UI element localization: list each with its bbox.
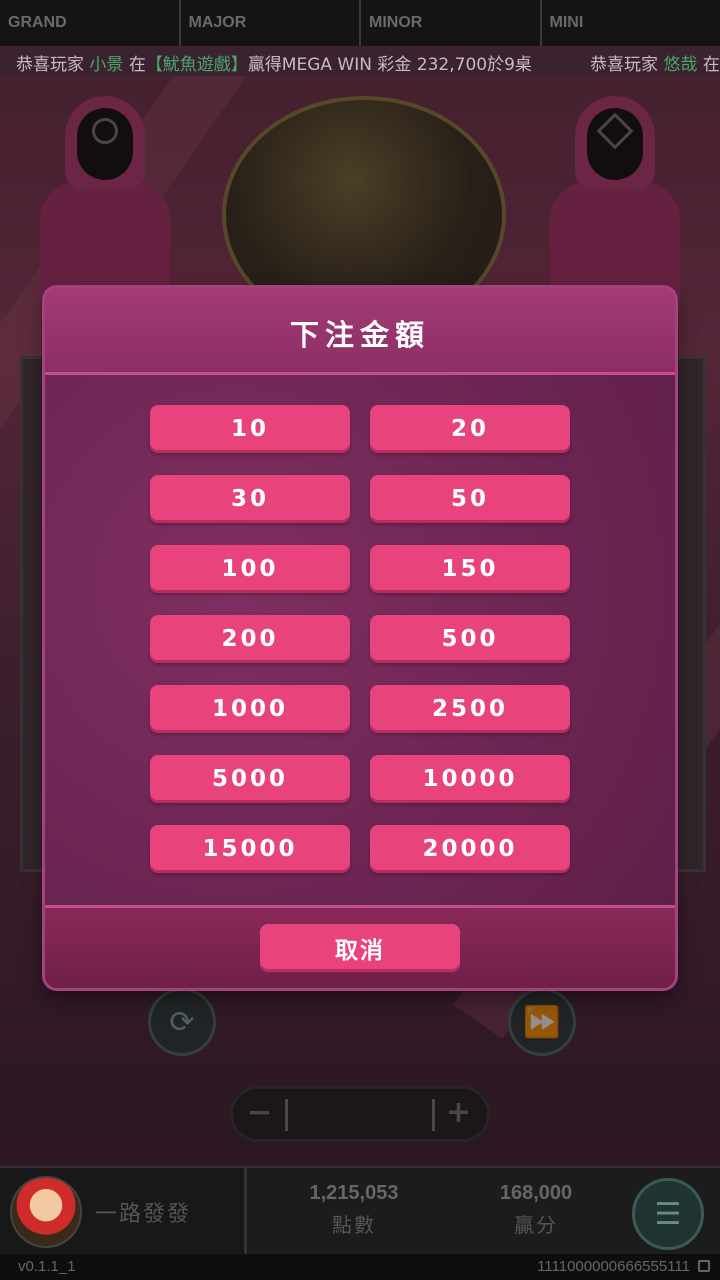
dialog-footer: 取消 [45,905,675,988]
win-value: 168,000 [499,1182,573,1204]
menu-icon[interactable]: ☰ [632,1178,704,1250]
footer-bar: v0.1.1_1 1111000000666555111 [0,1254,720,1280]
ticker-prefix: 恭喜玩家 [16,55,84,75]
player-name: 一路發發 [95,1202,192,1227]
win-stat: 168,000 贏分 [456,1182,616,1238]
jackpot-grand: GRAND [0,0,181,46]
points-label: 點數 [332,1213,376,1237]
points-value: 1,215,053 [309,1182,399,1204]
version-label: v0.1.1_1 [18,1258,76,1275]
ticker-message-next: 恭喜玩家 悠哉 在 [590,50,720,75]
jackpot-major: MAJOR [181,0,361,46]
copy-icon[interactable] [698,1260,710,1272]
jackpot-label: GRAND [8,14,67,31]
winner-ticker: 恭喜玩家 小景 在【魷魚遊戲】贏得MEGA WIN 彩金 232,700於9桌 … [0,46,720,76]
session-id: 1111000000666555111 [537,1258,690,1275]
ticker-player: 小景 [89,55,124,75]
bet-option-button[interactable]: 15000 [150,825,350,873]
bet-option-button[interactable]: 20000 [370,825,570,873]
bet-option-button[interactable]: 20 [370,405,570,453]
jackpot-label: MINOR [369,14,423,31]
ticker-prefix: 恭喜玩家 [590,55,658,75]
player-info: 一路發發 [0,1168,247,1256]
jackpot-minor: MINOR [361,0,542,46]
bet-option-button[interactable]: 500 [370,615,570,663]
bet-option-button[interactable]: 2500 [370,685,570,733]
dialog-header: 下注金額 [45,288,675,375]
bet-option-button[interactable]: 50 [370,475,570,523]
ticker-game: 【魷魚遊戲】 [145,55,248,75]
bet-amount-dialog: 下注金額 10 20 30 50 100 150 200 500 1000 2500 5000 100… [45,288,675,988]
win-label: 贏分 [514,1213,558,1237]
bet-option-button[interactable]: 10 [150,405,350,453]
jackpot-mini: MINI [542,0,720,46]
cancel-button[interactable]: 取消 [260,924,460,972]
status-bar: 一路發發 1,215,053 點數 168,000 贏分 ☰ [0,1166,720,1256]
bet-option-button[interactable]: 150 [370,545,570,593]
ticker-message: 恭喜玩家 小景 在【魷魚遊戲】贏得MEGA WIN 彩金 232,700於9桌 [16,50,532,75]
jackpot-label: MINI [549,14,584,31]
dialog-body: 10 20 30 50 100 150 200 500 1000 2500 5000 10000 150… [45,375,675,905]
ticker-middle: 在 [702,55,720,75]
ticker-win: 贏得MEGA WIN 彩金 232,700於9桌 [247,55,532,75]
jackpot-bar: GRAND MAJOR MINOR MINI [0,0,720,47]
dialog-title: 下注金額 [289,318,430,352]
bet-option-button[interactable]: 100 [150,545,350,593]
bet-options-grid: 10 20 30 50 100 150 200 500 1000 2500 5000 10000 150… [150,405,570,873]
avatar[interactable] [10,1176,82,1248]
jackpot-label: MAJOR [188,14,247,31]
bet-option-button[interactable]: 1000 [150,685,350,733]
bet-option-button[interactable]: 200 [150,615,350,663]
ticker-middle: 在 [128,55,146,75]
bet-option-button[interactable]: 10000 [370,755,570,803]
bet-option-button[interactable]: 5000 [150,755,350,803]
ticker-player: 悠哉 [663,55,698,75]
points-stat: 1,215,053 點數 [274,1182,434,1238]
bet-option-button[interactable]: 30 [150,475,350,523]
